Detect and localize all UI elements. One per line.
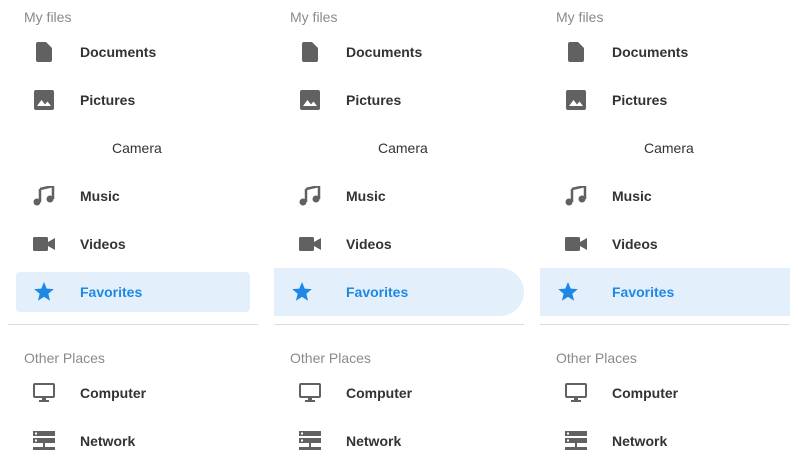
section-divider (8, 324, 258, 325)
nav-item-music[interactable]: Music (16, 176, 250, 216)
monitor-icon (298, 383, 322, 403)
star-icon (32, 282, 56, 302)
video-camera-icon (32, 234, 56, 254)
image-icon (564, 90, 588, 110)
section-divider (540, 324, 790, 325)
monitor-icon (564, 383, 588, 403)
image-icon (32, 90, 56, 110)
section-divider (274, 324, 524, 325)
nav-item-label: Pictures (612, 92, 668, 108)
nav-item-music[interactable]: Music (548, 176, 782, 216)
nav-item-pictures[interactable]: Pictures (16, 80, 250, 120)
nav-item-favorites[interactable]: Favorites (274, 268, 524, 316)
nav-item-camera[interactable]: Camera (548, 128, 782, 168)
nav-item-label: Camera (644, 140, 694, 156)
nav-item-network[interactable]: Network (282, 421, 516, 461)
star-icon (556, 282, 580, 302)
section-title-my-files: My files (290, 9, 338, 25)
server-icon (564, 431, 588, 451)
nav-item-label: Network (612, 433, 668, 449)
nav-item-label: Documents (80, 44, 157, 60)
nav-item-favorites[interactable]: Favorites (540, 268, 790, 316)
navigation-drawer-variants: My files Documents Pictures Camera Music (0, 0, 798, 461)
nav-item-camera[interactable]: Camera (282, 128, 516, 168)
nav-item-pictures[interactable]: Pictures (548, 80, 782, 120)
nav-item-label: Pictures (346, 92, 402, 108)
nav-item-documents[interactable]: Documents (548, 32, 782, 72)
section-title-other-places: Other Places (556, 350, 637, 366)
image-icon (298, 90, 322, 110)
nav-item-computer[interactable]: Computer (16, 373, 250, 413)
section-title-my-files: My files (24, 9, 72, 25)
document-icon (32, 42, 56, 62)
nav-item-label: Documents (612, 44, 689, 60)
nav-drawer-rounded-selection: My files Documents Pictures Camera Music (8, 0, 266, 461)
nav-item-label: Computer (346, 385, 413, 401)
section-title-other-places: Other Places (290, 350, 371, 366)
monitor-icon (32, 383, 56, 403)
nav-item-label: Music (80, 188, 120, 204)
nav-item-label: Network (346, 433, 402, 449)
nav-item-label: Favorites (346, 284, 409, 300)
star-icon (290, 282, 314, 302)
nav-item-label: Camera (378, 140, 428, 156)
nav-item-computer[interactable]: Computer (282, 373, 516, 413)
nav-item-label: Computer (612, 385, 679, 401)
nav-item-label: Camera (112, 140, 162, 156)
nav-item-videos[interactable]: Videos (16, 224, 250, 264)
nav-item-computer[interactable]: Computer (548, 373, 782, 413)
nav-item-label: Videos (612, 236, 658, 252)
nav-item-label: Videos (346, 236, 392, 252)
video-camera-icon (298, 234, 322, 254)
video-camera-icon (564, 234, 588, 254)
music-note-icon (564, 186, 588, 206)
document-icon (298, 42, 322, 62)
music-note-icon (298, 186, 322, 206)
nav-item-pictures[interactable]: Pictures (282, 80, 516, 120)
nav-item-videos[interactable]: Videos (548, 224, 782, 264)
nav-item-label: Favorites (80, 284, 143, 300)
music-note-icon (32, 186, 56, 206)
nav-drawer-square-selection: My files Documents Pictures Camera Music (540, 0, 798, 461)
nav-item-label: Music (346, 188, 386, 204)
nav-item-label: Documents (346, 44, 423, 60)
nav-item-label: Pictures (80, 92, 136, 108)
nav-item-label: Videos (80, 236, 126, 252)
document-icon (564, 42, 588, 62)
nav-drawer-pill-selection: My files Documents Pictures Camera Music (274, 0, 532, 461)
nav-item-documents[interactable]: Documents (16, 32, 250, 72)
nav-item-favorites[interactable]: Favorites (16, 272, 250, 312)
section-title-other-places: Other Places (24, 350, 105, 366)
nav-item-music[interactable]: Music (282, 176, 516, 216)
nav-item-documents[interactable]: Documents (282, 32, 516, 72)
server-icon (32, 431, 56, 451)
server-icon (298, 431, 322, 451)
nav-item-label: Computer (80, 385, 147, 401)
nav-item-network[interactable]: Network (16, 421, 250, 461)
nav-item-videos[interactable]: Videos (282, 224, 516, 264)
nav-item-label: Network (80, 433, 136, 449)
nav-item-network[interactable]: Network (548, 421, 782, 461)
nav-item-label: Music (612, 188, 652, 204)
nav-item-camera[interactable]: Camera (16, 128, 250, 168)
nav-item-label: Favorites (612, 284, 675, 300)
section-title-my-files: My files (556, 9, 604, 25)
